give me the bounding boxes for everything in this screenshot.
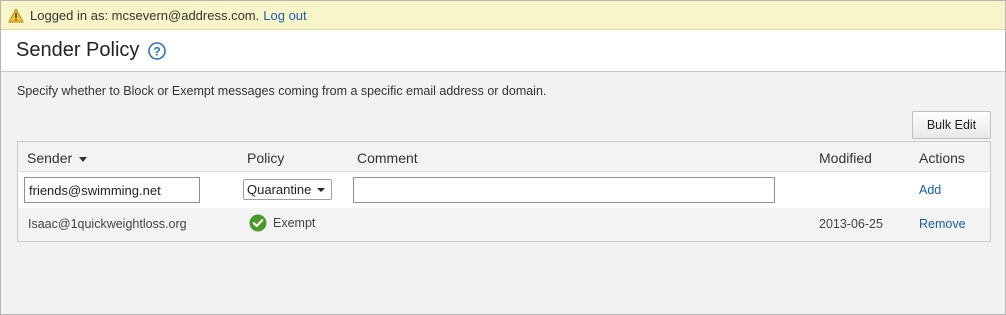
page-description: Specify whether to Block or Exempt messa… [17,84,547,98]
policy-select-value: Quarantine [247,182,312,197]
sender-input[interactable] [24,177,200,203]
policy-value: Exempt [273,216,316,230]
logout-link[interactable]: Log out [263,8,306,23]
column-header-comment: Comment [357,150,418,166]
app-window: Logged in as: mcsevern@address.com. Log … [0,0,1006,315]
sender-cell: Isaac@1quickweightloss.org [28,217,187,231]
modified-cell: 2013-06-25 [819,217,883,231]
login-status-bar: Logged in as: mcsevern@address.com. Log … [1,1,1005,30]
warning-icon [8,7,24,22]
column-header-modified: Modified [819,150,872,166]
sender-policy-table: Sender Policy Comment Modified Actions Q… [17,141,991,242]
svg-text:?: ? [154,44,161,58]
column-header-actions: Actions [919,150,965,166]
table-row: Isaac@1quickweightloss.org Exempt 2013-0… [18,208,990,241]
chevron-down-icon [317,188,325,192]
column-header-sender[interactable]: Sender [27,150,88,166]
policy-select[interactable]: Quarantine [243,179,332,200]
table-header: Sender Policy Comment Modified Actions [18,142,990,172]
remove-link[interactable]: Remove [919,217,966,231]
comment-input[interactable] [353,177,775,203]
policy-cell: Exempt [249,214,315,232]
page-title: Sender Policy [16,39,140,61]
new-entry-row: Quarantine Add [18,172,990,208]
add-link[interactable]: Add [919,183,941,197]
help-icon[interactable]: ? [148,41,167,60]
page-header: Sender Policy ? [1,30,1005,72]
login-status-text: Logged in as: mcsevern@address.com. [30,7,260,23]
sort-descending-icon [79,156,88,162]
column-header-policy: Policy [247,150,285,166]
bulk-edit-button[interactable]: Bulk Edit [912,111,991,139]
check-circle-icon [249,214,267,232]
